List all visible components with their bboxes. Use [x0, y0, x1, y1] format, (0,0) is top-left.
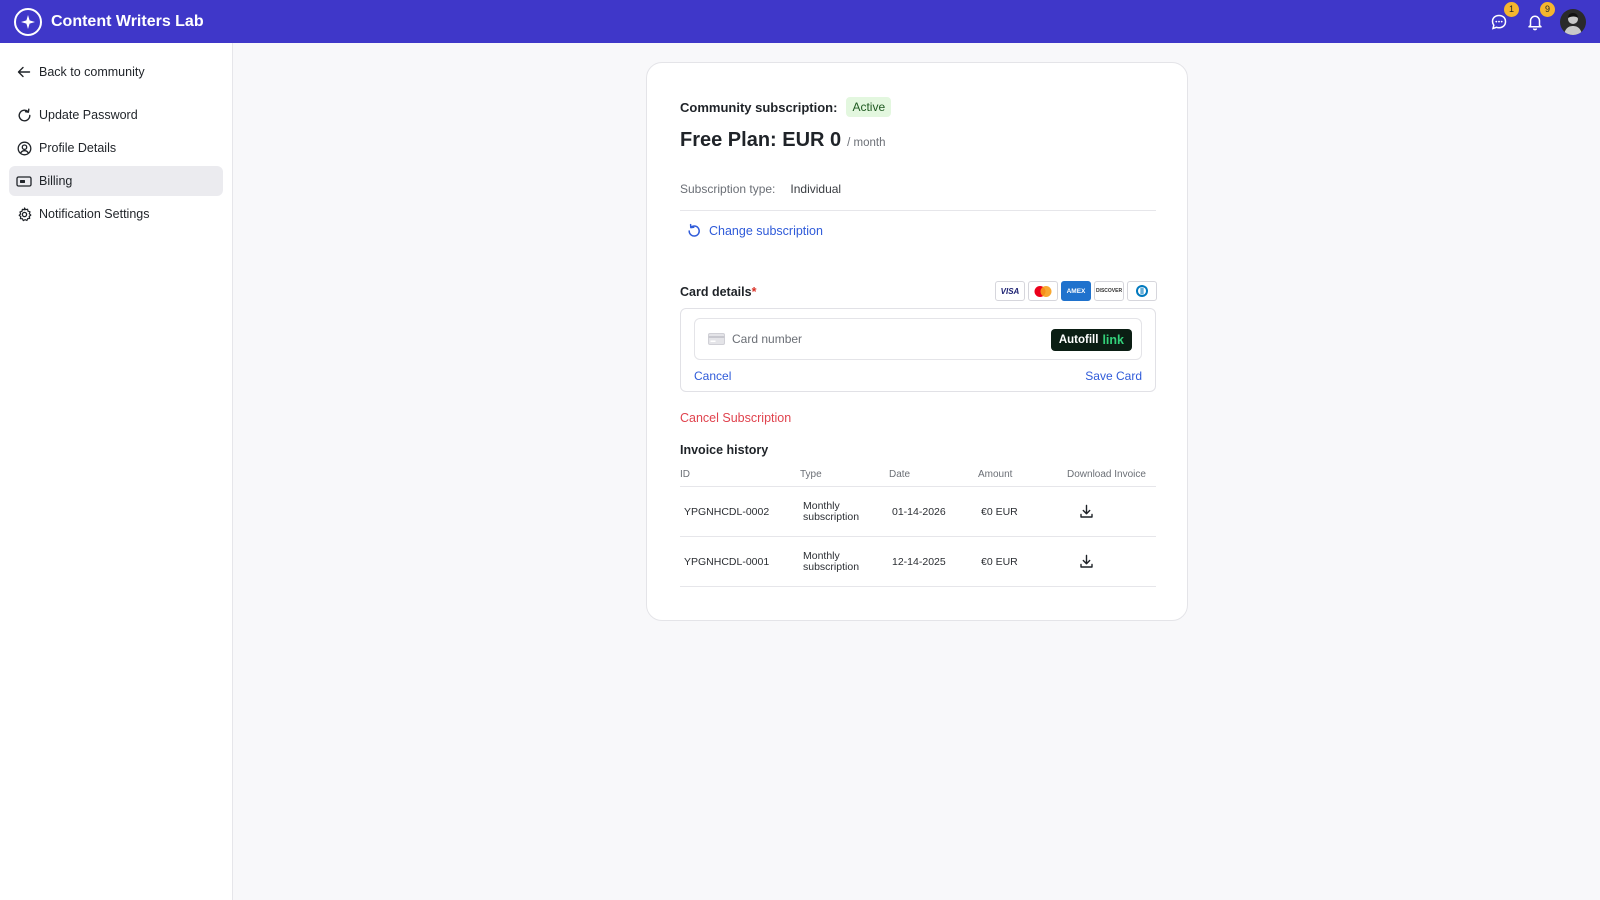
card-form: Autofill link Cancel Save Card [680, 308, 1156, 392]
sidebar-item-billing[interactable]: Billing [9, 166, 223, 196]
bell-icon [1528, 15, 1542, 30]
plan-period: / month [847, 137, 886, 149]
table-row: YPGNHCDL-0002 Monthly subscription 01-14-… [680, 487, 1156, 537]
sidebar-item-update-password[interactable]: Update Password [9, 100, 223, 130]
amex-icon: AMEX [1061, 281, 1091, 301]
plan-name: Free Plan: EUR 0 [680, 129, 842, 151]
subscription-label: Community subscription: [680, 99, 838, 115]
back-to-community-link[interactable]: Back to community [9, 57, 223, 87]
invoice-id: YPGNHCDL-0002 [684, 505, 770, 518]
column-header-amount: Amount [978, 469, 1013, 480]
mastercard-icon [1028, 281, 1058, 301]
invoice-table: ID Type Date Amount Download Invoice YPG… [680, 463, 1156, 587]
change-subscription-button[interactable]: Change subscription [686, 223, 823, 239]
download-icon [1079, 504, 1093, 518]
sidebar-item-profile-details[interactable]: Profile Details [9, 133, 223, 163]
back-label: Back to community [39, 65, 145, 79]
sidebar-item-label: Profile Details [39, 141, 117, 155]
messages-badge: 1 [1504, 1, 1519, 17]
sidebar-item-label: Billing [39, 174, 73, 188]
save-card-button[interactable]: Save Card [1085, 369, 1142, 383]
download-icon [1079, 554, 1093, 568]
invoice-date: 12-14-2025 [892, 555, 946, 568]
subscription-type-label: Subscription type: [680, 182, 776, 196]
visa-icon: VISA [995, 281, 1025, 301]
column-header-date: Date [889, 469, 911, 480]
brand-logo-icon[interactable] [14, 7, 42, 36]
user-circle-icon [16, 140, 32, 156]
subscription-type-row: Subscription type: Individual [680, 182, 841, 196]
billing-card: Community subscription: Active Free Plan… [646, 62, 1188, 621]
brand-name[interactable]: Content Writers Lab [51, 13, 204, 31]
sidebar-item-label: Notification Settings [39, 207, 150, 221]
refresh-icon [16, 107, 32, 123]
table-row: YPGNHCDL-0001 Monthly subscription 12-14-… [680, 537, 1156, 587]
status-badge: Active [846, 97, 892, 117]
arrow-left-icon [16, 64, 32, 80]
chat-icon [1491, 14, 1507, 30]
column-header-id: ID [680, 469, 690, 480]
gear-icon [16, 206, 32, 222]
refresh-icon [688, 223, 700, 237]
subscription-row: Community subscription: Active [680, 97, 892, 117]
card-number-field[interactable]: Autofill link [694, 318, 1142, 360]
notifications-badge: 9 [1540, 1, 1555, 17]
card-details-label: Card details* [680, 285, 757, 299]
required-mark: * [751, 285, 757, 299]
credit-card-icon [708, 333, 725, 345]
invoice-type: Monthly subscription [803, 549, 860, 573]
cancel-subscription-button[interactable]: Cancel Subscription [680, 411, 791, 425]
column-header-download: Download Invoice [1067, 469, 1146, 480]
invoice-amount: €0 EUR [981, 505, 1018, 518]
invoice-table-header: ID Type Date Amount Download Invoice [680, 463, 1156, 487]
discover-icon: DISCOVER [1094, 281, 1124, 301]
invoice-history-title: Invoice history [680, 443, 769, 457]
diners-icon [1127, 281, 1157, 301]
messages-button[interactable]: 1 [1488, 1, 1519, 33]
sidebar: Back to community Update Password Profil… [0, 43, 233, 900]
invoice-date: 01-14-2026 [892, 505, 946, 518]
card-number-input[interactable] [732, 332, 1032, 346]
change-subscription-label: Change subscription [709, 224, 823, 238]
download-invoice-button[interactable] [1067, 504, 1105, 519]
sidebar-item-label: Update Password [39, 108, 138, 122]
invoice-amount: €0 EUR [981, 555, 1018, 568]
plan-title: Free Plan: EUR 0 / month [680, 129, 886, 152]
invoice-id: YPGNHCDL-0001 [684, 555, 770, 568]
column-header-type: Type [800, 469, 822, 480]
notifications-button[interactable]: 9 [1524, 1, 1555, 33]
user-avatar[interactable] [1560, 8, 1586, 35]
download-invoice-button[interactable] [1067, 554, 1105, 569]
billing-icon [16, 173, 32, 189]
divider [680, 210, 1156, 211]
invoice-type: Monthly subscription [803, 499, 860, 523]
top-bar: Content Writers Lab 1 9 [0, 0, 1600, 43]
sidebar-item-notification-settings[interactable]: Notification Settings [9, 199, 223, 229]
cancel-card-button[interactable]: Cancel [694, 369, 731, 383]
subscription-type-value: Individual [790, 182, 842, 196]
autofill-link-button[interactable]: Autofill link [1050, 329, 1132, 351]
card-brands: VISA AMEX DISCOVER [995, 281, 1157, 301]
